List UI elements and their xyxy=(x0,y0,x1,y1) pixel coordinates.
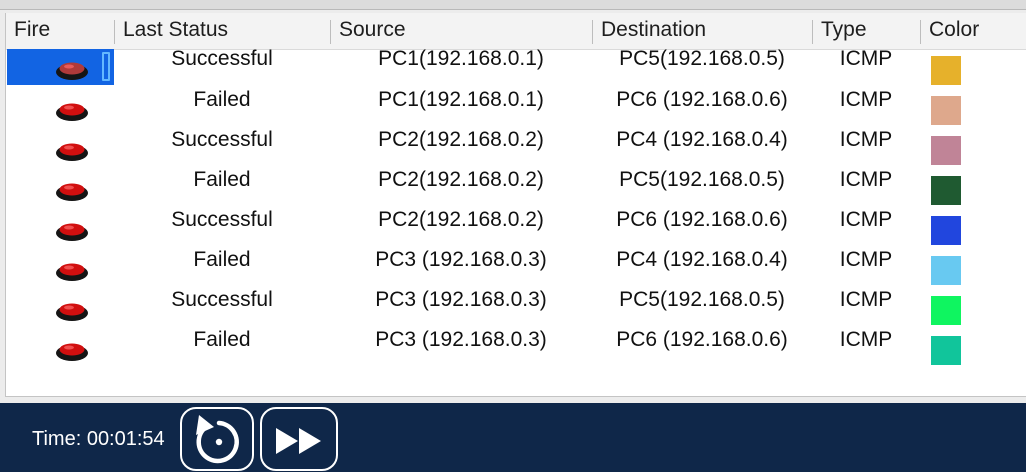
cell-type: ICMP xyxy=(839,128,893,151)
window-top-strip xyxy=(0,0,1026,10)
reset-simulation-icon xyxy=(196,415,239,464)
simulation-time: Time: 00:01:54 xyxy=(32,428,165,450)
pdu-list-window: Fire Last Status Source Destination Type… xyxy=(0,0,1026,472)
color-swatch xyxy=(931,296,961,325)
pdu-table: Fire Last Status Source Destination Type… xyxy=(5,13,1026,397)
color-swatch xyxy=(931,216,961,245)
cell-type: ICMP xyxy=(839,88,893,111)
color-swatch xyxy=(931,96,961,125)
cell-type: ICMP xyxy=(839,328,893,351)
color-swatch xyxy=(931,56,961,85)
color-swatch xyxy=(931,176,961,205)
color-swatch xyxy=(931,336,961,365)
cell-type: ICMP xyxy=(839,168,893,191)
table-row[interactable]: Failed PC3 (192.168.0.3) PC6 (192.168.0.6)… xyxy=(6,13,1026,365)
reset-simulation-button[interactable] xyxy=(180,407,254,471)
fast-forward-button[interactable] xyxy=(260,407,338,471)
fast-forward-icon xyxy=(276,428,321,454)
cell-type: ICMP xyxy=(839,288,893,311)
color-swatch xyxy=(931,256,961,285)
simulation-control-bar: Time: 00:01:54 xyxy=(0,403,1026,472)
cell-type: ICMP xyxy=(839,208,893,231)
color-swatch xyxy=(931,136,961,165)
cell-type: ICMP xyxy=(839,248,893,271)
